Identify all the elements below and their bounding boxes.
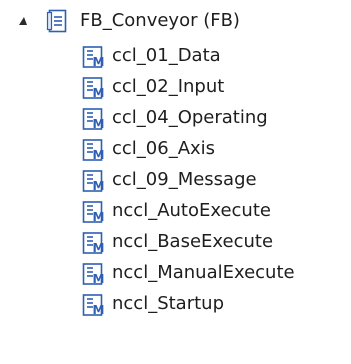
tree-node-method[interactable]: M nccl_AutoExecute [0,196,351,226]
tree-node-label: ccl_06_Axis [112,138,216,159]
method-icon: M [82,170,105,193]
expand-collapse-icon[interactable] [19,17,27,25]
tree-node-label: nccl_AutoExecute [112,200,271,221]
svg-text:M: M [93,303,105,317]
function-block-icon [46,9,67,33]
tree-node-method[interactable]: M ccl_01_Data [0,41,351,71]
tree-node-label: FB_Conveyor (FB) [80,10,240,31]
tree-node-label: nccl_Startup [112,293,225,314]
svg-text:M: M [93,148,105,162]
method-icon: M [82,46,105,69]
svg-text:M: M [93,179,105,193]
svg-text:M: M [93,117,105,131]
tree-node-label: ccl_01_Data [112,45,221,66]
tree-node-method[interactable]: M ccl_04_Operating [0,103,351,133]
method-icon: M [82,139,105,162]
tree-node-method[interactable]: M nccl_BaseExecute [0,227,351,257]
svg-text:M: M [93,241,105,255]
project-tree: FB_Conveyor (FB) M ccl_01_Data M ccl_02_… [0,0,351,364]
tree-node-label: ccl_09_Message [112,169,257,190]
method-icon: M [82,294,105,317]
tree-node-method[interactable]: M ccl_09_Message [0,165,351,195]
tree-node-method[interactable]: M nccl_Startup [0,289,351,319]
tree-node-label: ccl_02_Input [112,76,225,97]
svg-text:M: M [93,86,105,100]
tree-node-fb-conveyor[interactable]: FB_Conveyor (FB) [0,6,351,36]
svg-text:M: M [93,272,105,286]
tree-node-label: nccl_ManualExecute [112,262,295,283]
tree-node-method[interactable]: M ccl_06_Axis [0,134,351,164]
tree-node-method[interactable]: M ccl_02_Input [0,72,351,102]
method-icon: M [82,77,105,100]
method-icon: M [82,108,105,131]
svg-text:M: M [93,55,105,69]
svg-text:M: M [93,210,105,224]
method-icon: M [82,232,105,255]
tree-node-label: nccl_BaseExecute [112,231,274,252]
method-icon: M [82,263,105,286]
tree-node-method[interactable]: M nccl_ManualExecute [0,258,351,288]
tree-node-label: ccl_04_Operating [112,107,268,128]
method-icon: M [82,201,105,224]
